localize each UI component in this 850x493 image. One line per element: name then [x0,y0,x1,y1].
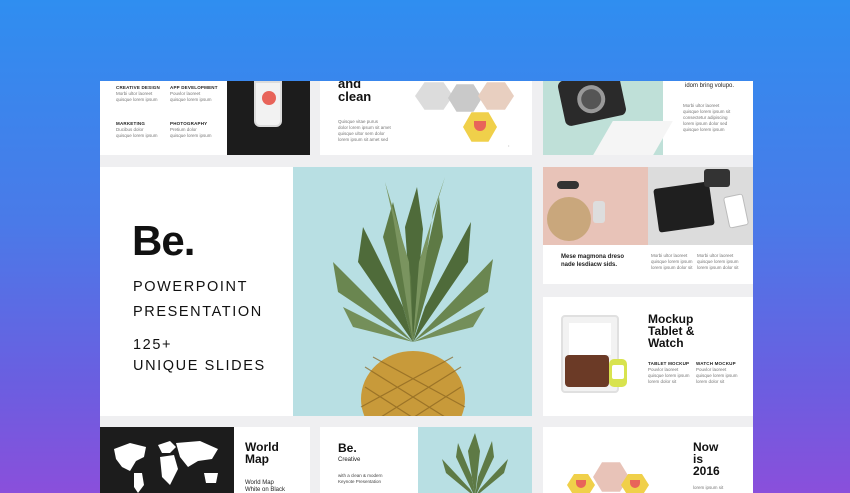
pineapple-photo [418,427,532,493]
world-map-icon [114,441,218,493]
service-text: quisque lorem ipsum [116,97,158,102]
slide-now-2016: Now is 2016 lorem ipsum sit [543,427,753,493]
hex-photo [448,84,482,112]
hex-watermelon [567,473,595,493]
pineapple-illustration [333,177,493,416]
hero-line: PRESENTATION [133,304,263,320]
slide-title: idom bring volupo. [685,83,735,89]
body-text: lorem ipsum dolor sit [651,265,693,270]
dark-phone-panel [227,81,310,155]
slide-number: • [508,143,510,148]
slide-title: Mockup Tablet & Watch [648,312,695,350]
body-text: quisque lorem ipsum [683,127,725,132]
pineapple-illustration [442,433,508,493]
slide-subtitle: World Map White on Black [245,480,286,493]
body-text: lorem ipsum sit amet sed [338,137,389,142]
flatlay-photo-gray [648,167,753,245]
slide-camera: idom bring volupo. Morbi ultor laoreet q… [543,81,753,155]
tablet-image [653,181,715,233]
body-text: with a clean & modern Keynote Presentati… [338,473,383,484]
camera-photo [543,81,673,155]
slide-be-creative: Be. Creative with a clean & modern Keyno… [320,427,532,493]
slide-title: and clean [338,81,372,104]
hex-watermelon [463,112,497,142]
hex-photo [415,82,453,110]
slide-title: World Map [245,440,279,466]
hat-image [547,197,591,241]
slide-title: Now is 2016 [693,440,720,478]
world-map-panel [100,427,234,493]
phone-image [593,201,605,223]
sunglasses-icon [557,181,579,189]
slides-collage: CREATIVE DESIGN Morbi ultor laoreet quis… [100,81,753,493]
slide-title: Mese magmona dreso nade lesdiacw sids. [561,254,625,268]
service-text: quisque lorem ipsum [116,133,158,138]
slide-services: CREATIVE DESIGN Morbi ultor laoreet quis… [100,81,310,155]
slide-hero: Be. POWERPOINT PRESENTATION 125+ UNIQUE … [100,167,532,416]
hero-line: POWERPOINT [133,279,249,295]
phone-image [254,81,282,127]
hero-logo: Be. [132,217,195,264]
pineapple-photo [293,167,532,416]
slide-world-map: World Map World Map White on Black [100,427,310,493]
bag-image [565,355,609,387]
slide-and-clean: and clean Quisque vitae purus dolor lore… [320,81,532,155]
body-text: lorem dolor sit [648,379,677,384]
hex-photo [478,82,514,110]
service-text: quisque lorem ipsum [170,97,212,102]
slide-mockup: Mockup Tablet & Watch TABLET MOCKUP Pouv… [543,297,753,416]
slide-flatlay: Mese magmona dreso nade lesdiacw sids. M… [543,167,753,284]
camera-icon [704,169,730,187]
body-text: lorem ipsum dolor sit [697,265,739,270]
service-text: quisque lorem ipsum [170,133,212,138]
hero-line: 125+ [133,337,173,353]
phone-image [722,193,750,229]
flatlay-photo-pink [543,167,648,245]
slide-logo: Be. [338,441,357,455]
watch-mockup-image [609,359,627,387]
slide-tag: Creative [338,457,361,463]
hero-line: UNIQUE SLIDES [133,358,266,374]
body-text: lorem dolor sit [696,379,725,384]
body-text: lorem ipsum sit [693,485,724,490]
